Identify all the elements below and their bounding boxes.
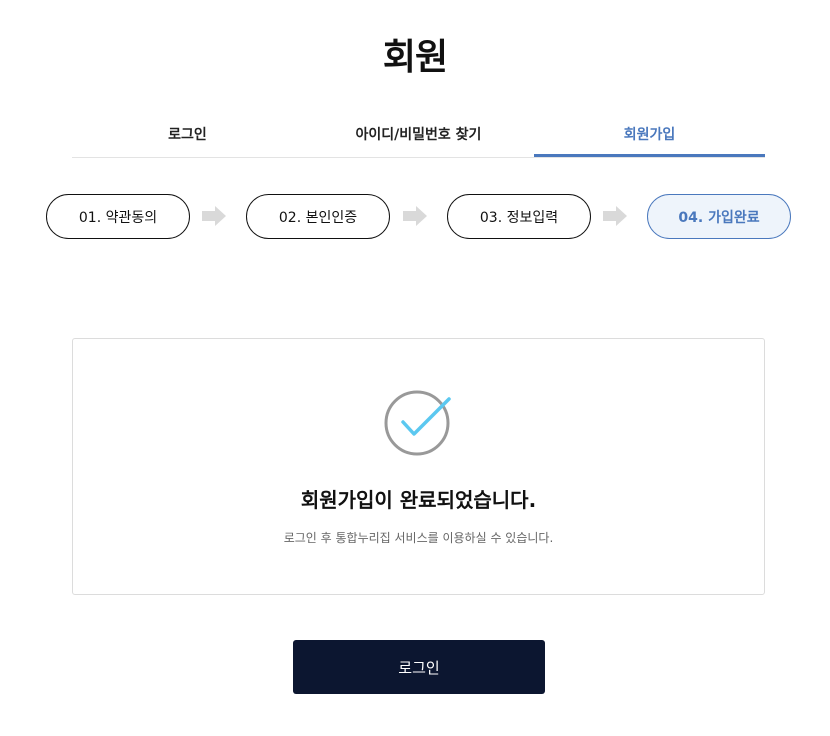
- step-terms-agreement: 01. 약관동의: [46, 194, 190, 239]
- check-circle-icon: [384, 390, 451, 456]
- tab-find-id-password[interactable]: 아이디/비밀번호 찾기: [303, 118, 534, 158]
- tab-signup[interactable]: 회원가입: [534, 118, 765, 157]
- step-signup-complete: 04. 가입완료: [647, 194, 791, 239]
- signup-steps: 01. 약관동의 02. 본인인증 03. 정보입력 04. 가입완료: [46, 194, 792, 240]
- step-info-input: 03. 정보입력: [447, 194, 591, 239]
- signup-complete-description: 로그인 후 통합누리집 서비스를 이용하실 수 있습니다.: [283, 531, 554, 545]
- page-title: 회원: [382, 37, 448, 78]
- login-button[interactable]: 로그인: [293, 640, 545, 694]
- step-identity-verification: 02. 본인인증: [246, 194, 390, 239]
- step-arrow-icon: [403, 206, 427, 226]
- page: 회원 로그인 아이디/비밀번호 찾기 회원가입 01. 약관동의 02. 본인인…: [0, 0, 830, 736]
- signup-complete-title: 회원가입이 완료되었습니다.: [300, 488, 537, 512]
- step-arrow-icon: [603, 206, 627, 226]
- step-arrow-icon: [202, 206, 226, 226]
- signup-complete-box: 회원가입이 완료되었습니다. 로그인 후 통합누리집 서비스를 이용하실 수 있…: [72, 338, 765, 595]
- member-tabs: 로그인 아이디/비밀번호 찾기 회원가입: [72, 118, 765, 158]
- tab-login[interactable]: 로그인: [72, 118, 303, 158]
